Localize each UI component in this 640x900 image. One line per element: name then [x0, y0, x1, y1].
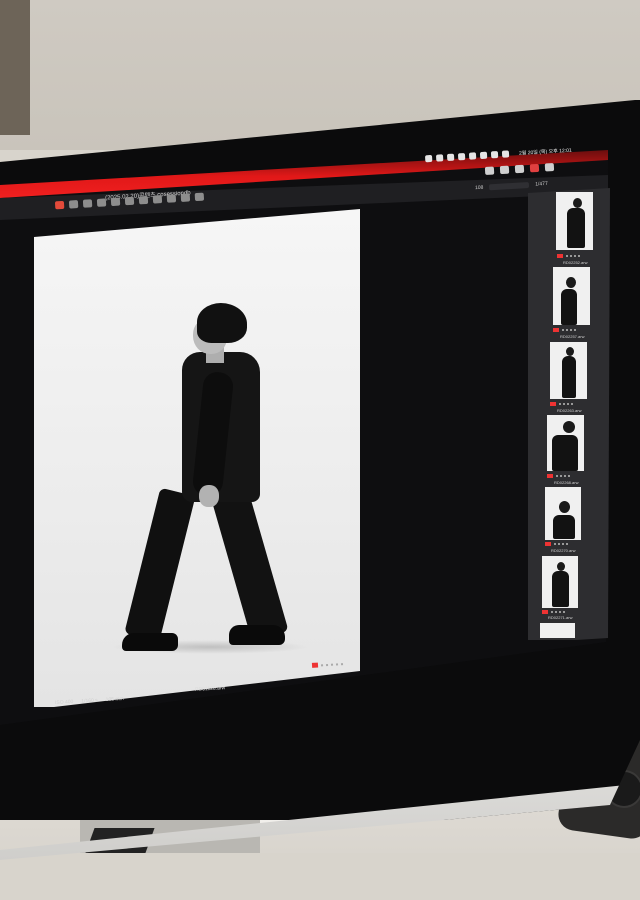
- wifi-icon[interactable]: [479, 151, 488, 159]
- star-icon[interactable]: [335, 663, 339, 666]
- thumb-label: RD02263.arw: [557, 408, 582, 413]
- thumb-figure-head: [573, 198, 582, 208]
- focal-value: 105 mm: [105, 695, 124, 704]
- thumb-label: RD02270.arw: [551, 548, 576, 553]
- thumb-color-tag[interactable]: [545, 542, 551, 546]
- thumb-label: RD02271.arw: [548, 615, 573, 620]
- thumb-rating[interactable]: [566, 255, 580, 257]
- thumb-figure-head: [566, 347, 574, 356]
- filmstrip-thumb[interactable]: [556, 192, 593, 250]
- thumb-rating[interactable]: [551, 611, 565, 613]
- status-icon[interactable]: [424, 154, 433, 162]
- figure-back-shoe: [122, 633, 178, 651]
- cursor-tool-icon[interactable]: [54, 200, 65, 210]
- thumb-color-tag[interactable]: [550, 402, 556, 406]
- color-tag[interactable]: [311, 662, 319, 668]
- thumb-figure: [552, 571, 569, 607]
- loupe-tool-icon[interactable]: [82, 199, 93, 208]
- keystone-tool-icon[interactable]: [124, 196, 135, 206]
- thumb-rating[interactable]: [562, 329, 576, 331]
- thumb-color-tag[interactable]: [547, 474, 553, 478]
- crop-tool-icon[interactable]: [96, 198, 107, 207]
- figure-hand: [199, 485, 219, 507]
- menu-bar-clock[interactable]: 2월 20일 (목) 오후 12:01: [519, 146, 572, 156]
- status-icon[interactable]: [468, 151, 477, 160]
- thumb-figure: [553, 515, 575, 539]
- status-icon[interactable]: [446, 153, 455, 161]
- thumb-figure: [567, 208, 585, 248]
- tools-icon[interactable]: [544, 162, 555, 172]
- filmstrip-thumb[interactable]: [542, 556, 578, 608]
- status-icon[interactable]: [457, 152, 466, 160]
- search-icon[interactable]: [490, 150, 499, 158]
- thumb-rating[interactable]: [556, 475, 570, 477]
- counter-label: 1/477: [535, 180, 548, 188]
- shutter-value: 1/160 s: [81, 697, 98, 705]
- filmstrip-thumb[interactable]: [550, 342, 587, 399]
- filmstrip-thumb[interactable]: [547, 415, 584, 471]
- thumb-figure-head: [557, 562, 565, 571]
- figure-front-shoe: [229, 625, 285, 645]
- thumb-label: RD02252.arw: [563, 260, 588, 265]
- thumb-figure-head: [563, 421, 575, 433]
- thumb-figure-head: [559, 501, 570, 513]
- picker-tool-icon[interactable]: [194, 192, 205, 202]
- star-icon[interactable]: [340, 663, 344, 666]
- thumb-label: RD02257.arw: [560, 334, 585, 339]
- thumb-figure: [561, 289, 577, 325]
- control-center-icon[interactable]: [501, 149, 510, 158]
- spot-tool-icon[interactable]: [138, 195, 149, 205]
- warning-icon[interactable]: [514, 164, 525, 174]
- iso-value: ISO 400: [54, 698, 74, 707]
- eraser-tool-icon[interactable]: [166, 194, 177, 203]
- thumb-figure: [562, 356, 576, 398]
- thumb-label: RD02268.arw: [554, 480, 579, 485]
- filmstrip-thumb[interactable]: [553, 267, 590, 325]
- grid-icon[interactable]: [499, 165, 510, 175]
- star-icon[interactable]: [320, 664, 324, 667]
- pan-tool-icon[interactable]: [68, 200, 79, 209]
- thumb-figure-head: [566, 277, 576, 288]
- thumb-color-tag[interactable]: [553, 328, 559, 332]
- rotate-tool-icon[interactable]: [110, 197, 121, 207]
- thumb-color-tag[interactable]: [557, 254, 563, 258]
- compare-icon[interactable]: [529, 163, 540, 173]
- shelf: [0, 0, 30, 135]
- status-icon[interactable]: [435, 153, 444, 162]
- thumb-rating[interactable]: [559, 403, 573, 405]
- figure-hair: [197, 303, 247, 343]
- brush-tool-icon[interactable]: [152, 195, 163, 204]
- star-icon[interactable]: [330, 663, 334, 666]
- thumb-figure: [552, 435, 578, 471]
- apple-logo-icon: : [148, 855, 184, 861]
- gradient-tool-icon[interactable]: [180, 193, 191, 202]
- zoom-value[interactable]: 108: [475, 185, 484, 191]
- thumb-color-tag[interactable]: [542, 610, 548, 614]
- filmstrip-thumb[interactable]: [540, 623, 575, 638]
- filmstrip-thumb[interactable]: [545, 487, 581, 540]
- star-icon[interactable]: [325, 663, 329, 667]
- layout-icon[interactable]: [484, 166, 495, 176]
- thumb-rating[interactable]: [554, 543, 568, 545]
